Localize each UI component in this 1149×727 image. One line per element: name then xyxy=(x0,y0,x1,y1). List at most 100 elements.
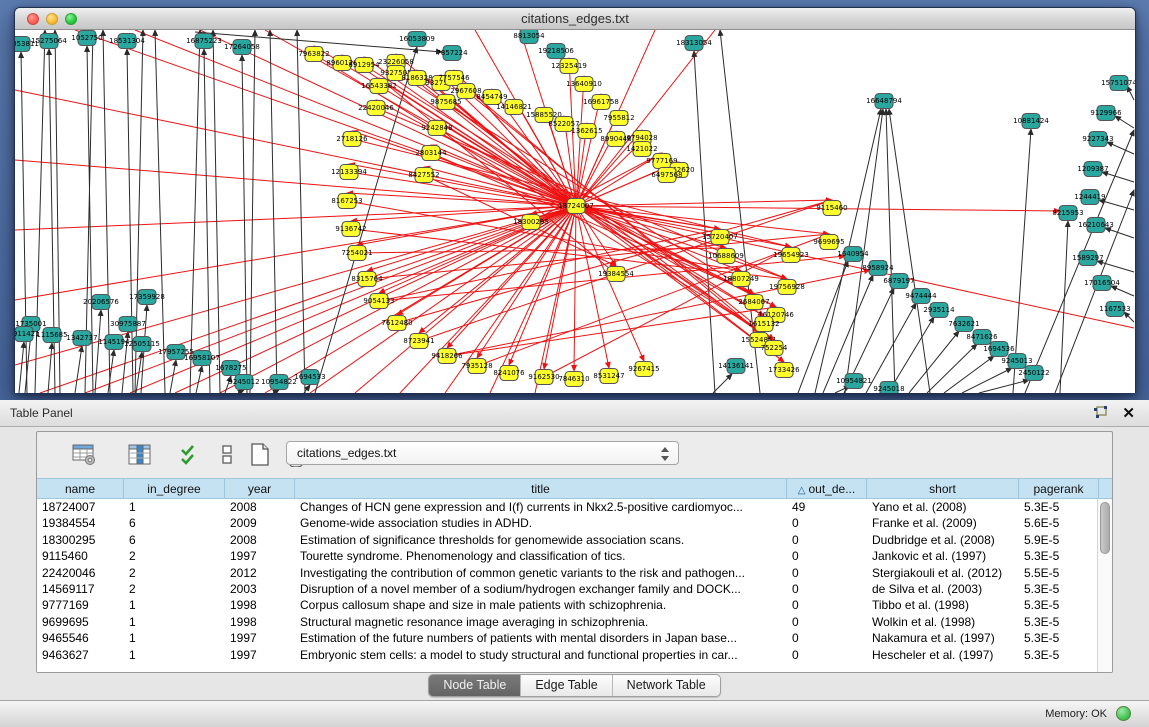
cell-name: 9777169 xyxy=(37,597,124,613)
network-node[interactable]: 1052750 xyxy=(71,31,102,46)
cell-year: 2003 xyxy=(225,581,295,597)
network-node[interactable]: 9054133 xyxy=(363,294,394,309)
network-node[interactable]: 7935128 xyxy=(461,359,492,374)
network-node[interactable]: 7254021 xyxy=(341,246,372,261)
cell-in_degree: 1 xyxy=(124,630,225,646)
table-row[interactable]: 969969511998Structural magnetic resonanc… xyxy=(37,614,1112,630)
table-row[interactable]: 1456911722003Disruption of a novel membe… xyxy=(37,581,1112,597)
network-node[interactable]: 6879197 xyxy=(883,274,914,289)
network-node[interactable]: 12325419 xyxy=(551,59,587,74)
network-node[interactable]: 19756928 xyxy=(769,280,805,295)
network-node[interactable]: 9418266 xyxy=(431,349,463,364)
cell-in_degree: 1 xyxy=(124,647,225,663)
network-node[interactable]: 9245012 xyxy=(228,375,259,390)
column-header-short[interactable]: short xyxy=(867,479,1019,498)
column-header-year[interactable]: year xyxy=(225,479,295,498)
svg-text:9699695: 9699695 xyxy=(813,238,844,246)
network-node[interactable]: 16210643 xyxy=(1078,218,1114,233)
tab-edge-table[interactable]: Edge Table xyxy=(521,675,612,696)
network-node[interactable]: 9245018 xyxy=(873,382,904,394)
table-mode-button[interactable] xyxy=(69,440,99,470)
network-node[interactable]: 7963822 xyxy=(298,47,329,62)
svg-text:7757546: 7757546 xyxy=(438,74,470,82)
unselect-all-button[interactable] xyxy=(213,440,243,470)
column-header-name[interactable]: name xyxy=(37,479,124,498)
network-node[interactable]: 2935114 xyxy=(923,303,955,318)
table-row[interactable]: 946362711997Embryonic stem cells: a mode… xyxy=(37,647,1112,663)
network-node[interactable]: 2718126 xyxy=(336,132,368,147)
network-node[interactable]: 13640910 xyxy=(566,77,602,92)
select-all-button[interactable] xyxy=(175,440,205,470)
network-node[interactable]: 7857224 xyxy=(436,46,468,61)
close-panel-icon[interactable]: ✕ xyxy=(1122,404,1135,422)
new-file-button[interactable] xyxy=(245,440,275,470)
network-node[interactable]: 8167253 xyxy=(331,194,362,209)
network-node[interactable]: 16053809 xyxy=(399,32,435,47)
network-node[interactable]: 10881424 xyxy=(1013,114,1049,129)
network-node[interactable]: 10954821 xyxy=(836,374,872,389)
network-node[interactable]: 9129966 xyxy=(1090,106,1122,121)
network-node[interactable]: 1589297 xyxy=(1072,251,1103,266)
column-header-out_de[interactable]: △out_de... xyxy=(787,479,867,498)
float-panel-icon[interactable] xyxy=(1093,406,1109,420)
column-header-pagerank[interactable]: pagerank xyxy=(1019,479,1099,498)
network-node[interactable]: 8723941 xyxy=(403,334,434,349)
table-row[interactable]: 1938455462009Genome-wide association stu… xyxy=(37,515,1112,531)
table-row[interactable]: 977716911998Corpus callosum shape and si… xyxy=(37,597,1112,613)
table-selector-dropdown[interactable]: citations_edges.txt xyxy=(286,441,679,465)
network-node[interactable]: 1209387 xyxy=(1077,162,1108,177)
citation-network-graph[interactable]: 7963822896012889129542322605893275051654… xyxy=(15,30,1135,393)
network-node[interactable]: 9227343 xyxy=(1082,132,1113,147)
network-node[interactable]: 1244419 xyxy=(1074,190,1105,205)
tab-network-table[interactable]: Network Table xyxy=(613,675,720,696)
network-node[interactable]: 7612480 xyxy=(381,316,412,331)
memory-ok-indicator[interactable] xyxy=(1116,706,1131,721)
svg-text:9245018: 9245018 xyxy=(873,385,904,393)
network-node[interactable]: 9267415 xyxy=(628,362,659,377)
scrollbar-thumb[interactable] xyxy=(1100,502,1110,554)
show-columns-button[interactable] xyxy=(125,440,155,470)
network-node[interactable]: 10688609 xyxy=(708,249,744,264)
column-header-in_degree[interactable]: in_degree xyxy=(124,479,225,498)
network-node[interactable]: 1421022 xyxy=(626,142,657,157)
network-edge xyxy=(1099,200,1134,210)
network-node[interactable]: 15751074 xyxy=(1101,76,1135,91)
network-node[interactable]: 16648794 xyxy=(866,94,902,109)
network-node[interactable]: 9699695 xyxy=(813,235,844,250)
network-node[interactable]: 20206576 xyxy=(83,295,119,310)
network-node[interactable]: 18313054 xyxy=(676,36,712,51)
window-titlebar[interactable]: citations_edges.txt xyxy=(15,8,1135,30)
network-canvas[interactable]: 7963822896012889129542322605893275051654… xyxy=(15,30,1135,393)
tab-node-table[interactable]: Node Table xyxy=(429,675,521,696)
network-node[interactable]: 16875223 xyxy=(186,34,222,49)
network-node[interactable]: 14136141 xyxy=(718,359,754,374)
network-node[interactable]: 18531304 xyxy=(109,34,145,49)
network-node[interactable]: 17359928 xyxy=(129,290,165,305)
network-node[interactable]: 18300295 xyxy=(513,215,549,230)
table-row[interactable]: 946554611997Estimation of the future num… xyxy=(37,630,1112,646)
network-node[interactable]: 18807249 xyxy=(723,272,759,287)
network-node[interactable]: 7632621 xyxy=(948,317,979,332)
table-row[interactable]: 1872400712008Changes of HCN gene express… xyxy=(37,499,1112,515)
vertical-scrollbar[interactable] xyxy=(1097,499,1112,672)
network-node[interactable]: 9474444 xyxy=(905,289,937,304)
cell-out_de: 49 xyxy=(787,499,867,515)
table-row[interactable]: 1830029562008Estimation of significance … xyxy=(37,532,1112,548)
network-node[interactable]: 8241076 xyxy=(493,366,525,381)
column-header-title[interactable]: title xyxy=(295,479,787,498)
network-node[interactable]: 1733426 xyxy=(768,363,800,378)
table-row[interactable]: 911546021997Tourette syndrome. Phenomeno… xyxy=(37,548,1112,564)
network-node[interactable]: 7955812 xyxy=(603,111,634,126)
network-node[interactable]: 8315764 xyxy=(351,272,383,287)
network-node[interactable]: 8958924 xyxy=(862,261,894,276)
table-row[interactable]: 2242004622012Investigating the contribut… xyxy=(37,565,1112,581)
network-node[interactable]: 7846310 xyxy=(558,372,589,387)
network-node[interactable]: 2684067 xyxy=(738,295,769,310)
network-node[interactable]: 19218506 xyxy=(538,44,574,59)
network-node[interactable]: 8531247 xyxy=(593,369,624,384)
network-node[interactable]: 8813054 xyxy=(513,30,545,44)
cell-out_de: 0 xyxy=(787,565,867,581)
network-node[interactable]: 8215953 xyxy=(1052,206,1083,221)
network-node[interactable]: 16961758 xyxy=(583,95,619,110)
network-node[interactable]: 1115685 xyxy=(36,328,67,343)
